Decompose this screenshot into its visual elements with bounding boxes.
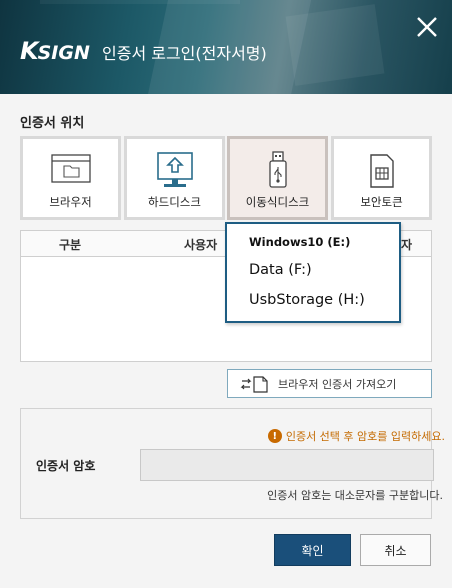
tile-label: 보안토큰 — [360, 195, 403, 209]
usb-drive-icon — [268, 151, 287, 188]
tile-security-token[interactable]: 보안토큰 — [331, 136, 432, 220]
header-decoration — [40, 0, 240, 4]
dropdown-item-windows10[interactable]: Windows10 (E:) — [249, 235, 350, 249]
cancel-button[interactable]: 취소 — [360, 534, 431, 566]
dialog-title: 인증서 로그인(전자서명) — [102, 44, 267, 63]
column-header-type[interactable]: 구분 — [59, 236, 81, 253]
tile-removable-disk[interactable]: 이동식디스크 — [227, 136, 328, 220]
column-header-issuer[interactable]: 자 — [401, 236, 412, 253]
dropdown-item-data[interactable]: Data (F:) — [249, 262, 312, 278]
location-section-label: 인증서 위치 — [20, 116, 85, 131]
tile-browser[interactable]: 브라우저 — [20, 136, 121, 220]
security-token-icon — [369, 154, 394, 188]
close-button[interactable] — [414, 14, 440, 40]
tile-label: 하드디스크 — [148, 195, 201, 209]
browser-folder-icon — [50, 154, 91, 183]
dropdown-item-usbstorage[interactable]: UsbStorage (H:) — [249, 292, 365, 308]
removable-disk-dropdown[interactable]: Windows10 (E:) Data (F:) UsbStorage (H:) — [225, 222, 401, 323]
ok-button[interactable]: 확인 — [274, 534, 351, 566]
close-icon[interactable] — [414, 14, 440, 40]
import-button-label: 브라우저 인증서 가져오기 — [278, 377, 397, 391]
password-input[interactable] — [140, 449, 434, 481]
import-browser-cert-button[interactable]: 브라우저 인증서 가져오기 — [227, 369, 432, 398]
tile-hard-disk[interactable]: 하드디스크 — [124, 136, 225, 220]
column-header-user[interactable]: 사용자 — [184, 236, 217, 253]
password-label: 인증서 암호 — [36, 459, 96, 473]
password-section: ! 인증서 선택 후 암호를 입력하세요. 인증서 암호 인증서 암호는 대소문… — [20, 408, 445, 519]
header-decoration — [285, 4, 385, 86]
tile-label: 이동식디스크 — [245, 195, 310, 209]
password-hint: 인증서 암호는 대소문자를 구분합니다. — [267, 489, 443, 502]
tile-label: 브라우저 — [49, 195, 92, 209]
ksign-logo: KSIGN — [20, 37, 90, 65]
location-tiles: 브라우저 하드디스크 이동식디스크 보안토큰 — [20, 136, 432, 220]
warning-icon: ! — [267, 429, 282, 443]
password-warning: ! 인증서 선택 후 암호를 입력하세요. — [267, 428, 445, 444]
dialog-header: KSIGN 인증서 로그인(전자서명) — [0, 0, 452, 94]
import-arrow-icon — [240, 375, 268, 393]
hard-disk-monitor-icon — [156, 152, 193, 187]
